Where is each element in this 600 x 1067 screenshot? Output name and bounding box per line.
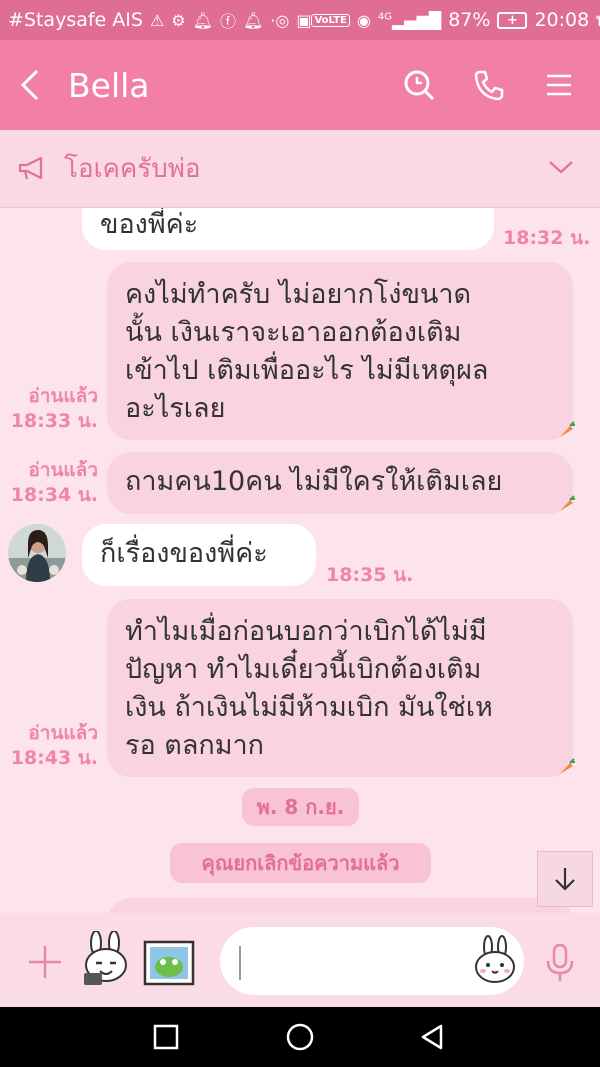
carrot-icon bbox=[560, 495, 575, 511]
message-bubble-outgoing[interactable]: คงไม่ทำครับ ไม่อยากโง่ขนาด นั้น เงินเราจ… bbox=[107, 262, 573, 440]
microphone-icon[interactable] bbox=[544, 943, 576, 983]
read-label: อ่านแล้ว bbox=[28, 722, 98, 744]
emoji-icon[interactable] bbox=[472, 935, 518, 985]
carrier-label: #Staysafe AIS bbox=[8, 9, 143, 31]
message-text: ของพี่ค่ะ bbox=[100, 209, 199, 240]
message-line: ปัญหา ทำไมเดี๋ยวนี้เบิกต้องเติม bbox=[125, 654, 482, 685]
clock: 20:08 น. bbox=[534, 9, 600, 31]
hotspot-icon: ·◎ bbox=[270, 10, 290, 30]
carrot-icon bbox=[560, 421, 575, 437]
back-button[interactable] bbox=[0, 40, 60, 130]
carrot-icon bbox=[560, 758, 575, 774]
chevron-down-icon bbox=[549, 160, 573, 173]
announcement-bar[interactable]: โอเคครับพ่อ bbox=[0, 130, 600, 208]
message-line: เงิน ถ้าเงินไม่มีห้ามเบิก มันใช่เห bbox=[125, 692, 493, 723]
facebook-icon: ⓕ bbox=[219, 12, 236, 31]
phone-icon bbox=[474, 70, 504, 101]
eye-icon: ◉ bbox=[356, 10, 371, 30]
square-icon bbox=[153, 1024, 179, 1050]
read-label: อ่านแล้ว bbox=[28, 385, 98, 407]
message-line: อะไรเลย bbox=[125, 393, 226, 424]
read-receipt: อ่านแล้ว 18:43 น. bbox=[8, 721, 98, 771]
home-button[interactable] bbox=[282, 1019, 318, 1055]
message-line: รอ ตลกมาก bbox=[125, 730, 265, 761]
plus-icon[interactable] bbox=[26, 943, 64, 981]
message-bubble-incoming[interactable]: ก็เรื่องของพี่ค่ะ bbox=[82, 524, 316, 586]
scroll-to-bottom-button[interactable] bbox=[537, 851, 593, 907]
cast-icon: ▣ bbox=[296, 10, 312, 30]
nav-back-button[interactable] bbox=[414, 1019, 450, 1055]
message-line: ทำไมเมื่อก่อนบอกว่าเบิกได้ไม่มี bbox=[125, 616, 487, 647]
message-time: 18:35 น. bbox=[326, 564, 414, 586]
sticker-icon[interactable] bbox=[78, 931, 134, 989]
android-navigation-bar bbox=[0, 1007, 600, 1067]
announcement-text: โอเคครับพ่อ bbox=[64, 154, 201, 184]
message-time: 18:43 น. bbox=[10, 747, 98, 769]
menu-icon bbox=[547, 74, 571, 96]
notification-bell-icon-2: 🔔︎ bbox=[242, 10, 264, 30]
battery-percent: 87% bbox=[448, 9, 491, 31]
expand-announcement-button[interactable] bbox=[548, 159, 600, 179]
notification-bell-icon: 🔔︎ bbox=[192, 10, 213, 30]
chat-messages[interactable]: ของพี่ค่ะ 18:32 น. อ่านแล้ว 18:33 น. คงไ… bbox=[0, 208, 600, 913]
volte-icon: VoLTE bbox=[311, 13, 350, 27]
chat-header: Bella bbox=[0, 40, 600, 130]
call-button[interactable] bbox=[472, 68, 506, 102]
photo-gallery-icon[interactable] bbox=[142, 939, 196, 987]
chat-title: Bella bbox=[68, 65, 150, 105]
arrow-down-icon bbox=[555, 868, 575, 891]
circle-icon bbox=[286, 1023, 314, 1051]
avatar-photo bbox=[8, 524, 66, 582]
system-message: คุณยกเลิกข้อความแล้ว bbox=[170, 843, 431, 883]
message-line: เข้าไป เติมเพื่ออะไร ไม่มีเหตุผล bbox=[125, 355, 489, 386]
read-receipt: อ่านแล้ว 18:33 น. bbox=[8, 384, 98, 434]
message-text: ก็เรื่องของพี่ค่ะ bbox=[100, 538, 268, 569]
text-cursor bbox=[239, 946, 241, 980]
avatar[interactable] bbox=[8, 524, 66, 582]
message-time: 18:33 น. bbox=[10, 410, 98, 432]
megaphone-icon bbox=[18, 156, 43, 179]
message-time: 18:32 น. bbox=[503, 227, 591, 249]
battery-charging-icon: + bbox=[497, 11, 528, 29]
message-bubble-outgoing-partial[interactable] bbox=[107, 898, 573, 913]
message-line: คงไม่ทำครับ ไม่อยากโง่ขนาด bbox=[125, 279, 472, 310]
menu-button[interactable] bbox=[542, 68, 576, 102]
triangle-back-icon bbox=[421, 1024, 443, 1050]
message-time: 18:34 น. bbox=[10, 484, 98, 506]
signal-icon: 4G▂▄▆█ bbox=[377, 10, 442, 30]
search-button[interactable] bbox=[402, 68, 436, 102]
settings-app-icon: ⚙ bbox=[171, 10, 186, 30]
message-bubble-outgoing[interactable]: ทำไมเมื่อก่อนบอกว่าเบิกได้ไม่มี ปัญหา ทำ… bbox=[107, 599, 573, 777]
read-label: อ่านแล้ว bbox=[28, 459, 98, 481]
message-text: ถามคน10คน ไม่มีใครให้เติมเลย bbox=[125, 466, 503, 497]
back-icon bbox=[20, 69, 39, 101]
read-receipt: อ่านแล้ว 18:34 น. bbox=[8, 458, 98, 508]
message-bubble-incoming[interactable]: ของพี่ค่ะ bbox=[82, 208, 494, 250]
message-bubble-outgoing[interactable]: ถามคน10คน ไม่มีใครให้เติมเลย bbox=[107, 452, 573, 514]
warning-icon: ⚠ bbox=[149, 10, 165, 30]
message-input-bar bbox=[0, 913, 600, 1007]
date-separator: พ. 8 ก.ย. bbox=[242, 788, 359, 826]
status-bar: #Staysafe AIS ⚠ ⚙ 🔔︎ ⓕ 🔔︎ ·◎ ▣ VoLTE ◉ 4… bbox=[0, 0, 600, 40]
message-line: นั้น เงินเราจะเอาออกต้องเติม bbox=[125, 317, 462, 348]
search-icon bbox=[404, 70, 435, 101]
recent-apps-button[interactable] bbox=[148, 1019, 184, 1055]
